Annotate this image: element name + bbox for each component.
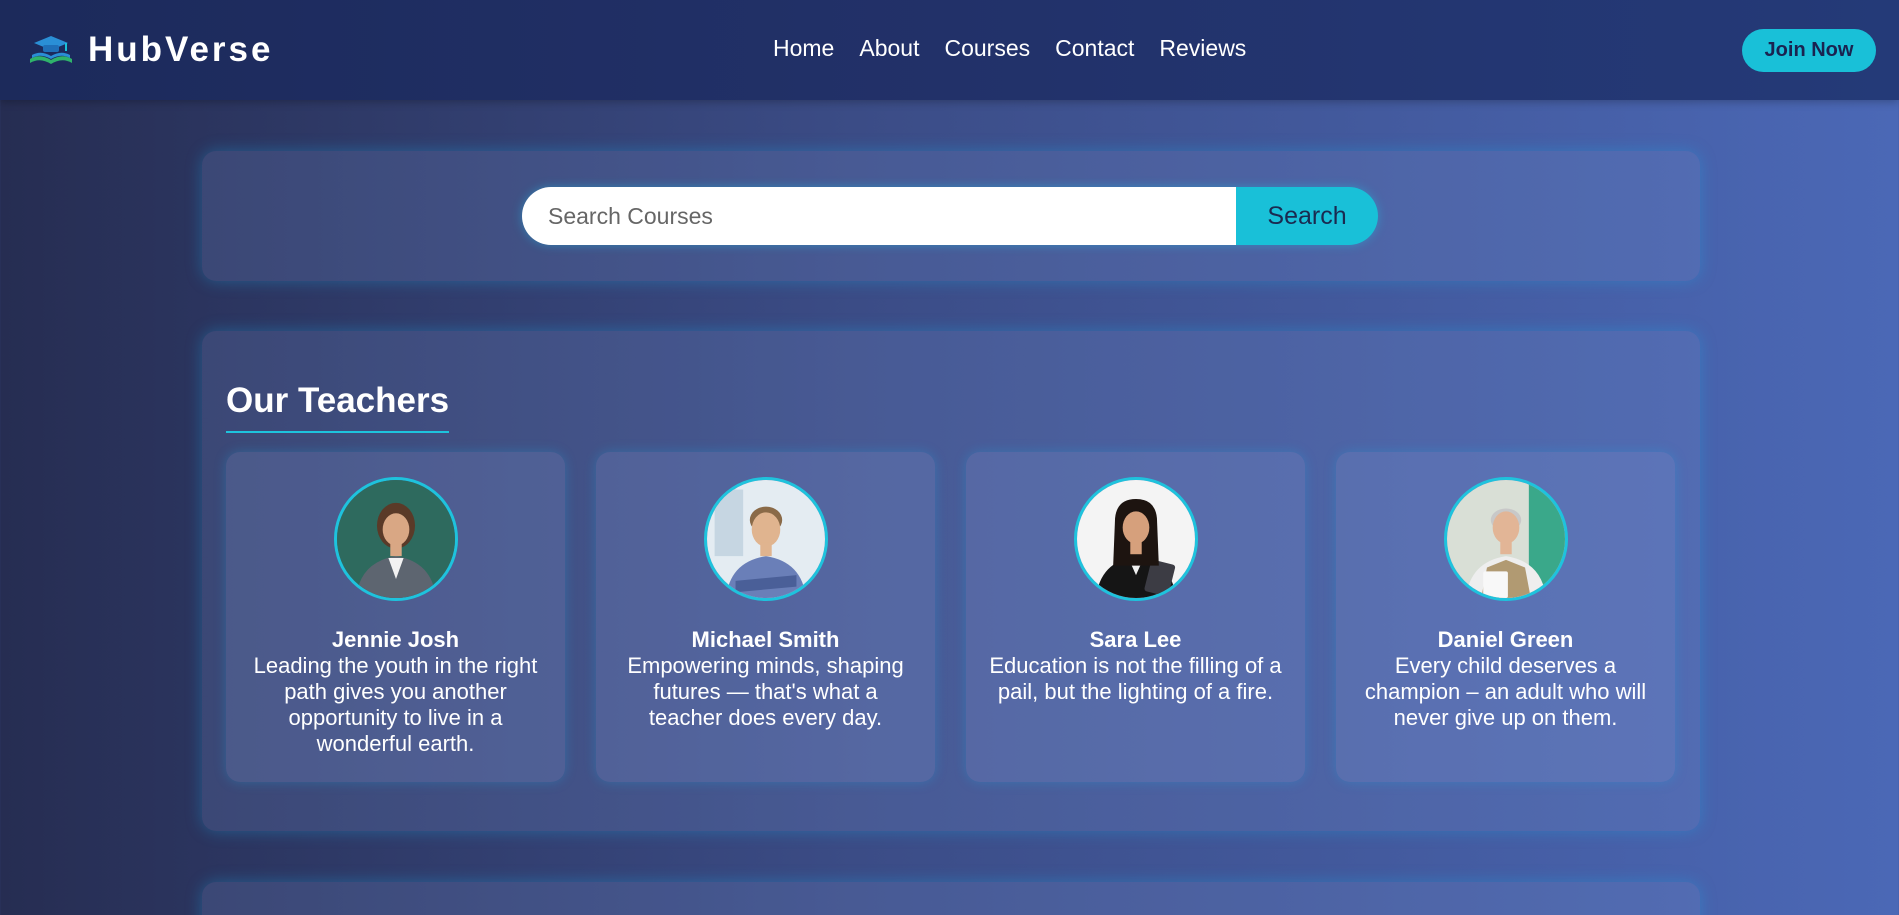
nav-links: Home About Courses Contact Reviews: [773, 35, 1246, 62]
join-now-button[interactable]: Join Now: [1742, 29, 1876, 72]
teacher-name: Jennie Josh: [331, 627, 460, 652]
teachers-section: Our Teachers Jennie Josh Leading the you…: [202, 331, 1700, 831]
teacher-name: Sara Lee: [1089, 627, 1182, 652]
navbar: HubVerse Home About Courses Contact Revi…: [0, 0, 1899, 100]
next-section-panel: [202, 882, 1700, 915]
nav-about[interactable]: About: [859, 35, 919, 62]
teacher-cards: Jennie Josh Leading the youth in the rig…: [226, 452, 1675, 782]
search-button[interactable]: Search: [1236, 187, 1378, 245]
teacher-card: Sara Lee Education is not the filling of…: [966, 452, 1305, 782]
logo[interactable]: HubVerse: [26, 26, 273, 74]
nav-reviews[interactable]: Reviews: [1159, 35, 1246, 62]
search-panel: Search: [202, 151, 1700, 281]
nav-home[interactable]: Home: [773, 35, 834, 62]
teacher-avatar: [703, 477, 828, 601]
nav-courses[interactable]: Courses: [944, 35, 1030, 62]
teacher-avatar: [1073, 477, 1198, 601]
teacher-card: Michael Smith Empowering minds, shaping …: [596, 452, 935, 782]
teacher-name: Michael Smith: [691, 627, 840, 652]
section-title: Our Teachers: [226, 381, 450, 433]
teacher-quote: Every child deserves a champion – an adu…: [1364, 653, 1647, 730]
search-box: Search: [522, 187, 1378, 245]
teacher-avatar: [1443, 477, 1568, 601]
teacher-avatar: [333, 477, 458, 601]
teacher-quote: Leading the youth in the right path give…: [253, 653, 538, 756]
brand-name: HubVerse: [88, 30, 274, 69]
teacher-card: Daniel Green Every child deserves a cham…: [1336, 452, 1675, 782]
teacher-quote: Education is not the filling of a pail, …: [989, 653, 1282, 704]
graduation-book-icon: [30, 36, 72, 64]
teacher-quote: Empowering minds, shaping futures — that…: [627, 653, 904, 730]
nav-contact[interactable]: Contact: [1055, 35, 1134, 62]
search-input[interactable]: [522, 187, 1236, 245]
teacher-card: Jennie Josh Leading the youth in the rig…: [226, 452, 565, 782]
teacher-name: Daniel Green: [1437, 627, 1574, 652]
